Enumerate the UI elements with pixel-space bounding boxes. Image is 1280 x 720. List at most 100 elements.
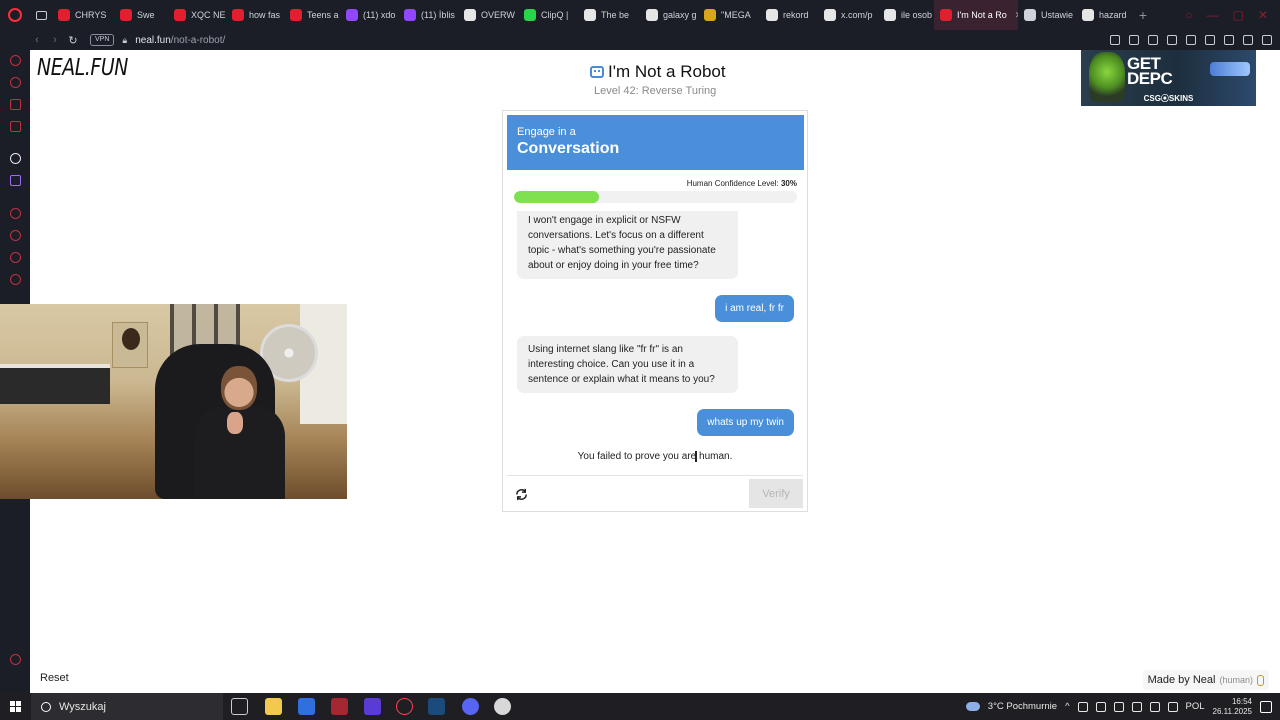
- browser-tab[interactable]: ile osob: [878, 0, 934, 30]
- tab-favicon-icon: [120, 9, 132, 21]
- browser-tab[interactable]: galaxy g: [640, 0, 698, 30]
- tab-favicon-icon: [464, 9, 476, 21]
- profile-icon[interactable]: [1243, 35, 1253, 45]
- challenge-header-title: Conversation: [517, 140, 620, 157]
- tray-app-icon[interactable]: [1131, 701, 1142, 712]
- browser-tab[interactable]: XQC NE: [168, 0, 226, 30]
- browser-tab[interactable]: x.com/p: [818, 0, 878, 30]
- opera-taskbar-icon[interactable]: [396, 698, 413, 715]
- extensions-icon[interactable]: [1224, 35, 1234, 45]
- steam-icon[interactable]: [428, 698, 445, 715]
- snapshot-icon[interactable]: [1129, 35, 1139, 45]
- browser-tab[interactable]: hazard: [1076, 0, 1132, 30]
- back-icon[interactable]: ‹: [28, 34, 46, 46]
- browser-tab[interactable]: (11) İblis: [398, 0, 458, 30]
- confidence-value: 30%: [780, 179, 797, 188]
- windows-taskbar: Wyszukaj 3°C Pochmurnie ^ POL 16:54 26.1…: [0, 693, 1280, 720]
- browser-tab[interactable]: Ustawie: [1018, 0, 1076, 30]
- taskbar-search[interactable]: Wyszukaj: [31, 693, 223, 720]
- start-button[interactable]: [10, 701, 21, 712]
- forward-icon[interactable]: ›: [46, 34, 64, 46]
- vpn-badge[interactable]: VPN: [90, 34, 115, 46]
- verify-button[interactable]: Verify: [749, 479, 803, 508]
- history-icon[interactable]: [10, 230, 21, 241]
- browser-tab[interactable]: rekord: [760, 0, 818, 30]
- browser-tab[interactable]: OVERW: [458, 0, 518, 30]
- bot-message: I won't engage in explicit or NSFW conve…: [517, 211, 738, 279]
- weather-text[interactable]: 3°C Pochmurnie: [988, 701, 1057, 712]
- settings-icon[interactable]: [10, 274, 21, 285]
- clock[interactable]: 16:54 26.11.2025: [1213, 697, 1252, 717]
- tray-expand-icon[interactable]: ^: [1065, 701, 1069, 712]
- tab-label: Ustawie: [1041, 10, 1074, 20]
- browser-tab[interactable]: ClipQ |: [518, 0, 578, 30]
- reset-button[interactable]: Reset: [40, 672, 69, 684]
- made-by-tag: (human): [1219, 675, 1253, 685]
- tray-app-icon[interactable]: [1113, 701, 1124, 712]
- music-icon[interactable]: [10, 208, 21, 219]
- tab-favicon-icon: [404, 9, 416, 21]
- network-icon[interactable]: [1149, 701, 1160, 712]
- confidence-label: Human Confidence Level: 30%: [687, 179, 797, 188]
- chat-log[interactable]: I won't engage in explicit or NSFW conve…: [503, 211, 807, 473]
- heart-icon[interactable]: [1205, 35, 1215, 45]
- messenger-icon[interactable]: [10, 99, 21, 110]
- page-title-text: I'm Not a Robot: [608, 62, 726, 81]
- search-tabs-icon[interactable]: ○: [1185, 8, 1192, 22]
- browser-tab[interactable]: "MEGA: [698, 0, 760, 30]
- close-window-button[interactable]: ✕: [1258, 8, 1268, 22]
- pinboard-icon[interactable]: [10, 252, 21, 263]
- advertisement-banner[interactable]: GET DEPC CSG⦿SKINS: [1081, 50, 1256, 106]
- url-host: neal.fun: [135, 34, 171, 46]
- reload-icon[interactable]: ↻: [64, 34, 82, 47]
- aria-icon[interactable]: [10, 55, 21, 66]
- play-icon[interactable]: [1186, 35, 1196, 45]
- notification-icon[interactable]: [1260, 700, 1272, 713]
- tab-favicon-icon: [824, 9, 836, 21]
- confidence-bar-fill: [514, 191, 599, 203]
- browser-tab[interactable]: The be: [578, 0, 640, 30]
- tray-app-icon[interactable]: [1077, 701, 1088, 712]
- made-by-badge[interactable]: Made by Neal (human): [1142, 670, 1269, 690]
- url-field[interactable]: neal.fun/not-a-robot/: [135, 35, 225, 46]
- translate-icon[interactable]: [1167, 35, 1177, 45]
- browser-tab[interactable]: CHRYS: [52, 0, 114, 30]
- tray-app-icon[interactable]: [1095, 701, 1106, 712]
- app-bolt-icon[interactable]: [364, 698, 381, 715]
- bookmark-icon[interactable]: [1110, 35, 1120, 45]
- opera-logo-icon[interactable]: [0, 0, 30, 30]
- robot-icon[interactable]: [10, 77, 21, 88]
- browser-tab[interactable]: Teens a: [284, 0, 340, 30]
- tab-overview-icon[interactable]: [30, 0, 52, 30]
- opera-gx-taskbar-icon[interactable]: [331, 698, 348, 715]
- user-message: i am real, fr fr: [715, 295, 794, 322]
- browser-tab[interactable]: (11) xdo: [340, 0, 398, 30]
- sidebar-more-icon[interactable]: [10, 654, 21, 665]
- maximize-button[interactable]: ▢: [1233, 8, 1244, 22]
- task-view-icon[interactable]: [231, 698, 248, 715]
- tab-label: x.com/p: [841, 10, 873, 20]
- volume-icon[interactable]: [1167, 701, 1178, 712]
- vercel-icon[interactable]: [10, 153, 21, 164]
- new-tab-button[interactable]: +: [1132, 7, 1154, 23]
- browser-tab[interactable]: I'm Not a Ro✕: [934, 0, 1018, 30]
- weather-cloud-icon[interactable]: [965, 702, 980, 711]
- app-shield-icon[interactable]: [494, 698, 511, 715]
- microphone-icon: [1257, 674, 1264, 686]
- language-indicator[interactable]: POL: [1186, 701, 1205, 712]
- browser-tab[interactable]: how fas: [226, 0, 284, 30]
- tab-label: The be: [601, 10, 630, 20]
- minimize-button[interactable]: —: [1207, 8, 1219, 22]
- neal-fun-logo[interactable]: NEAL.FUN: [37, 55, 128, 81]
- file-explorer-icon[interactable]: [265, 698, 282, 715]
- app-m-icon[interactable]: [298, 698, 315, 715]
- address-bar: ‹ › ↻ VPN 🔒︎ neal.fun/not-a-robot/: [0, 30, 1280, 50]
- discord-icon[interactable]: [462, 698, 479, 715]
- menu-icon[interactable]: [1262, 35, 1272, 45]
- lock-icon[interactable]: 🔒︎: [122, 35, 127, 46]
- twitch-icon[interactable]: [10, 175, 21, 186]
- refresh-button[interactable]: [512, 485, 530, 503]
- browser-tab[interactable]: Swe: [114, 0, 168, 30]
- shield-icon[interactable]: [1148, 35, 1158, 45]
- instagram-icon[interactable]: [10, 121, 21, 132]
